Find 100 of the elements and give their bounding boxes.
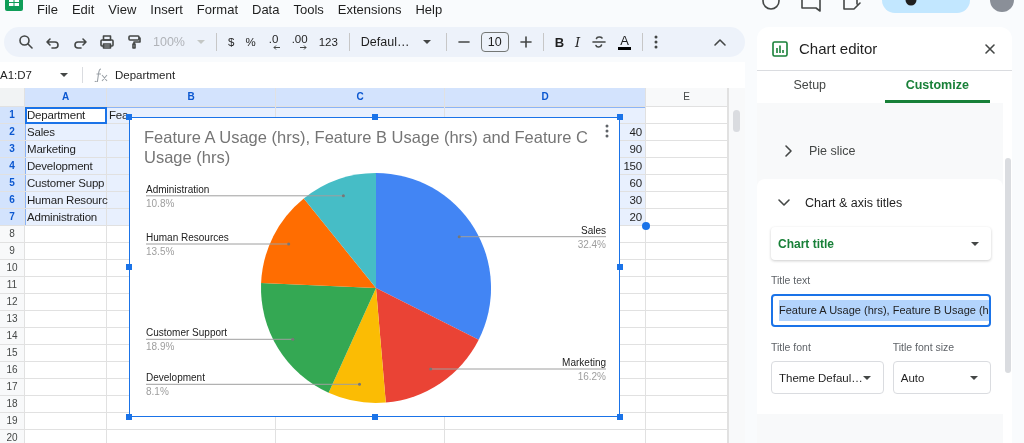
number-format-button[interactable]: .00 (291, 34, 308, 50)
text-color-button[interactable]: A (618, 34, 631, 50)
pie-slice[interactable] (376, 288, 479, 403)
row-number[interactable]: 11 (0, 277, 25, 294)
row-number[interactable]: 2 (0, 124, 25, 141)
row-number[interactable]: 20 (0, 430, 25, 443)
table-cell: Department (25, 107, 107, 124)
row-number[interactable]: 1 (0, 107, 25, 124)
font-size-dropdown[interactable]: Auto (892, 361, 991, 394)
menu-item[interactable]: File (37, 1, 58, 17)
menu-item[interactable]: Format (196, 1, 238, 17)
more-vertical-icon[interactable] (653, 35, 658, 49)
pie-slice[interactable] (261, 198, 376, 288)
column-header[interactable]: B (107, 88, 276, 107)
table-cell: Customer Supp (27, 177, 105, 189)
row-number[interactable]: 9 (0, 243, 25, 260)
italic-button[interactable]: I (575, 34, 581, 50)
strikethrough-icon[interactable] (591, 34, 608, 50)
resize-handle[interactable] (126, 414, 132, 420)
title-font-dropdown[interactable]: Theme Defaul… (771, 361, 884, 394)
row-number[interactable]: 12 (0, 294, 25, 311)
resize-handle[interactable] (372, 114, 378, 120)
title-text-field[interactable]: Feature A Usage (hrs), Feature B Usage (h (771, 294, 991, 327)
menu-item[interactable]: Help (415, 1, 443, 17)
section-header[interactable]: Pie slice (757, 129, 1003, 173)
section-header[interactable]: Chart & axis titles (757, 179, 1003, 227)
fill-handle[interactable] (642, 222, 650, 230)
row-number[interactable]: 15 (0, 345, 25, 362)
search-icon[interactable] (18, 34, 34, 50)
resize-handle[interactable] (126, 114, 132, 120)
present-icon[interactable] (842, 0, 862, 12)
resize-handle[interactable] (617, 264, 623, 270)
table-cell: Sales (27, 126, 55, 138)
paint-roller-icon[interactable] (126, 34, 142, 50)
number-format-button[interactable]: % (245, 36, 256, 48)
row-number[interactable]: 4 (0, 158, 25, 175)
column-header[interactable]: E (646, 88, 728, 107)
number-format-button[interactable]: $ (228, 36, 235, 48)
clock-icon[interactable] (762, 0, 780, 12)
chart-area[interactable]: Administration 10.8% Human Resources Sales 13.5% 32.4% Customer Support 18.9% Marketing Development 16.2% 8.1% Feature A Usage (hrs), Feature B Usage (hrs) and Feature C Usage (hrs) (129, 117, 620, 417)
name-box[interactable]: A1:D7 (0, 69, 76, 81)
resize-handle[interactable] (617, 114, 623, 120)
row-number[interactable]: 17 (0, 379, 25, 396)
avatar[interactable] (990, 0, 1014, 12)
sheets-logo-icon[interactable] (5, 0, 23, 11)
more-vertical-icon[interactable] (605, 124, 609, 138)
bold-button[interactable]: B (554, 34, 565, 50)
title-type-dropdown[interactable]: Chart title (771, 227, 991, 260)
scrollbar-thumb[interactable] (733, 110, 740, 132)
close-icon[interactable] (984, 42, 996, 55)
column-header[interactable]: D (445, 88, 646, 107)
row-number[interactable]: 19 (0, 413, 25, 430)
scrollbar-thumb[interactable] (1004, 158, 1011, 373)
row-number[interactable]: 7 (0, 209, 25, 226)
bar-chart-icon (772, 40, 788, 57)
arrow-left-icon (272, 45, 281, 50)
row-number[interactable]: 10 (0, 260, 25, 277)
resize-handle[interactable] (617, 414, 623, 420)
slice-percent: 18.9% (146, 341, 175, 353)
formula-field[interactable]: Department (115, 69, 176, 81)
table-cell: Marketing (27, 143, 76, 155)
share-button[interactable] (882, 0, 970, 13)
menu-item[interactable]: Edit (71, 1, 95, 17)
menu-item[interactable]: Tools (293, 1, 324, 17)
row-number[interactable]: 8 (0, 226, 25, 243)
table-cell: Administration (27, 211, 98, 223)
number-format-button[interactable]: .0 (266, 34, 281, 50)
slice-label: Marketing (562, 357, 606, 368)
font-size-field[interactable]: 10 (480, 32, 509, 52)
menu-item[interactable]: Insert (150, 1, 183, 17)
row-number[interactable]: 16 (0, 362, 25, 379)
plus-icon[interactable] (519, 36, 532, 48)
pie-slice[interactable] (328, 288, 386, 403)
row-number[interactable]: 13 (0, 311, 25, 328)
comment-icon[interactable] (800, 0, 822, 12)
column-header[interactable]: A (25, 88, 107, 107)
column-header[interactable]: C (276, 88, 445, 107)
chevron-up-icon[interactable] (713, 37, 727, 47)
row-number[interactable]: 14 (0, 328, 25, 345)
resize-handle[interactable] (126, 264, 132, 270)
row-number[interactable]: 3 (0, 141, 25, 158)
pie-slice[interactable] (303, 173, 376, 288)
print-icon[interactable] (99, 34, 115, 50)
row-number[interactable]: 18 (0, 396, 25, 413)
tab[interactable]: Setup (757, 71, 863, 103)
row-number[interactable]: 6 (0, 192, 25, 209)
corner-cell[interactable] (0, 88, 25, 107)
table-cell-text: 60 (629, 176, 642, 191)
menu-item[interactable]: Extensions (337, 1, 402, 17)
table-cell-text: 90 (629, 142, 642, 157)
pie-slice[interactable] (376, 173, 491, 340)
menu-item[interactable]: View (108, 1, 137, 17)
pie-slice[interactable] (261, 283, 376, 393)
resize-handle[interactable] (372, 414, 378, 420)
slice-percent: 10.8% (146, 197, 175, 209)
number-format-button[interactable]: 123 (318, 36, 338, 48)
table-cell-text: 20 (629, 210, 642, 225)
menu-item[interactable]: Data (252, 1, 280, 17)
font-select[interactable]: Defaul… (360, 35, 435, 49)
row-number[interactable]: 5 (0, 175, 25, 192)
